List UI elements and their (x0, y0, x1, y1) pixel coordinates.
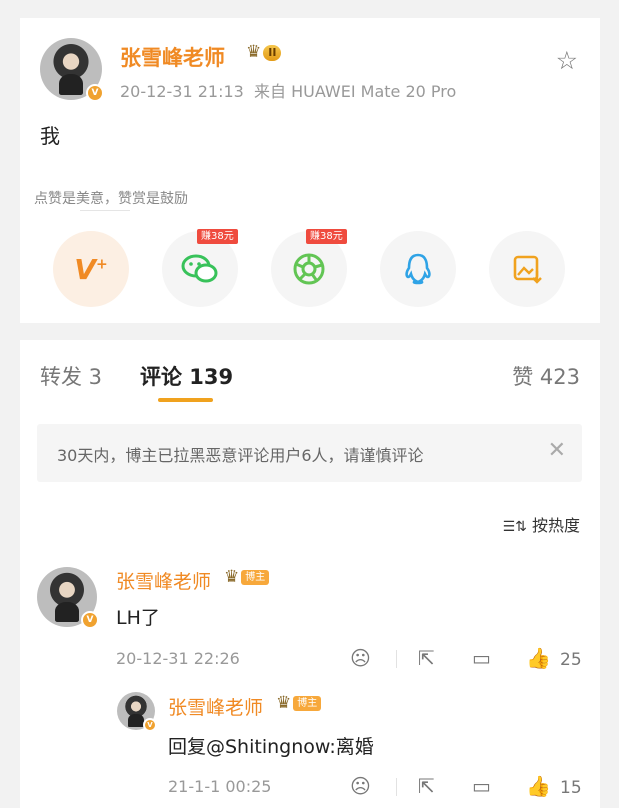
share-qq-button[interactable] (380, 231, 456, 307)
level-tag: II (263, 44, 282, 61)
post-meta: 20-12-31 21:13 来自 HUAWEI Mate 20 Pro (120, 78, 456, 102)
reply-icon[interactable]: ▭ (472, 774, 491, 798)
verified-badge-icon: V (86, 84, 104, 102)
moments-icon (293, 253, 325, 285)
author-avatar[interactable]: V (40, 38, 104, 102)
host-tag: 博主 (241, 570, 270, 585)
post-source: 来自 HUAWEI Mate 20 Pro (254, 82, 457, 101)
comment-text: 回复@Shitingnow:离婚 (168, 736, 374, 758)
earn-badge: 赚38元 (306, 229, 347, 244)
sort-by-hot-button[interactable]: ☰⇅ 按热度 (503, 512, 580, 536)
divider (80, 210, 130, 211)
commenter-avatar[interactable]: V (37, 567, 99, 629)
like-count: 25 (560, 650, 582, 670)
verified-badge-icon: V (143, 718, 157, 732)
commenter-avatar[interactable]: V (117, 692, 157, 732)
share-wechat-button[interactable]: 赚38元 (162, 229, 238, 307)
comment-time: 21-1-1 00:25 (168, 777, 272, 796)
sort-icon: ☰⇅ (502, 519, 527, 535)
like-count: 15 (560, 778, 582, 798)
vplus-icon: V+ (74, 252, 108, 286)
notice-text: 30天内，博主已拉黑恶意评论用户6人，请谨慎评论 (57, 446, 424, 465)
tab-forward[interactable]: 转发 3 (40, 361, 102, 391)
reply-icon[interactable]: ▭ (472, 646, 491, 670)
share-icon[interactable]: ⇱ (418, 774, 435, 798)
post-time: 20-12-31 21:13 (120, 82, 244, 101)
reward-vplus-button[interactable]: V+ (53, 231, 129, 307)
divider (396, 650, 397, 668)
like-icon[interactable]: 👍 (526, 646, 551, 670)
save-image-button[interactable] (489, 231, 565, 307)
commenter-name[interactable]: 张雪峰老师 (168, 693, 263, 720)
post-content: 我 (40, 124, 60, 148)
crown-icon: ♛ (224, 567, 240, 587)
commenter-name[interactable]: 张雪峰老师 (116, 567, 211, 594)
save-image-icon (513, 255, 542, 284)
comment-time: 20-12-31 22:26 (116, 649, 240, 668)
verified-badge-icon: V (81, 611, 99, 629)
reward-tip: 点赞是美意，赞赏是鼓励 (34, 191, 188, 207)
tab-comments[interactable]: 评论 139 (140, 361, 233, 391)
dislike-icon[interactable]: ☹ (350, 774, 371, 798)
qq-icon (405, 253, 431, 285)
share-icon[interactable]: ⇱ (418, 646, 435, 670)
member-level-badge: ♛ II (246, 42, 282, 62)
host-badge: ♛ 博主 (276, 693, 322, 713)
active-tab-indicator (158, 398, 213, 402)
divider (396, 778, 397, 796)
like-icon[interactable]: 👍 (526, 774, 551, 798)
earn-badge: 赚38元 (197, 229, 238, 244)
close-icon[interactable]: ✕ (548, 438, 566, 463)
host-tag: 博主 (293, 696, 322, 711)
weibo-post-card: V 张雪峰老师 ♛ II 20-12-31 21:13 来自 HUAWEI Ma… (20, 18, 600, 323)
crown-icon: ♛ (276, 693, 292, 713)
share-moments-button[interactable]: 赚38元 (271, 229, 347, 307)
block-notice-banner: 30天内，博主已拉黑恶意评论用户6人，请谨慎评论 ✕ (37, 424, 582, 482)
host-badge: ♛ 博主 (224, 567, 270, 587)
comments-section: 转发 3 评论 139 赞 423 30天内，博主已拉黑恶意评论用户6人，请谨慎… (20, 340, 600, 808)
comment-text: LH了 (116, 607, 160, 629)
dislike-icon[interactable]: ☹ (350, 646, 371, 670)
favorite-star-icon[interactable]: ☆ (556, 46, 578, 75)
author-name[interactable]: 张雪峰老师 (120, 42, 225, 72)
tab-likes[interactable]: 赞 423 (512, 361, 580, 391)
crown-icon: ♛ (246, 42, 262, 62)
sort-label: 按热度 (531, 516, 580, 535)
wechat-icon (181, 254, 218, 283)
